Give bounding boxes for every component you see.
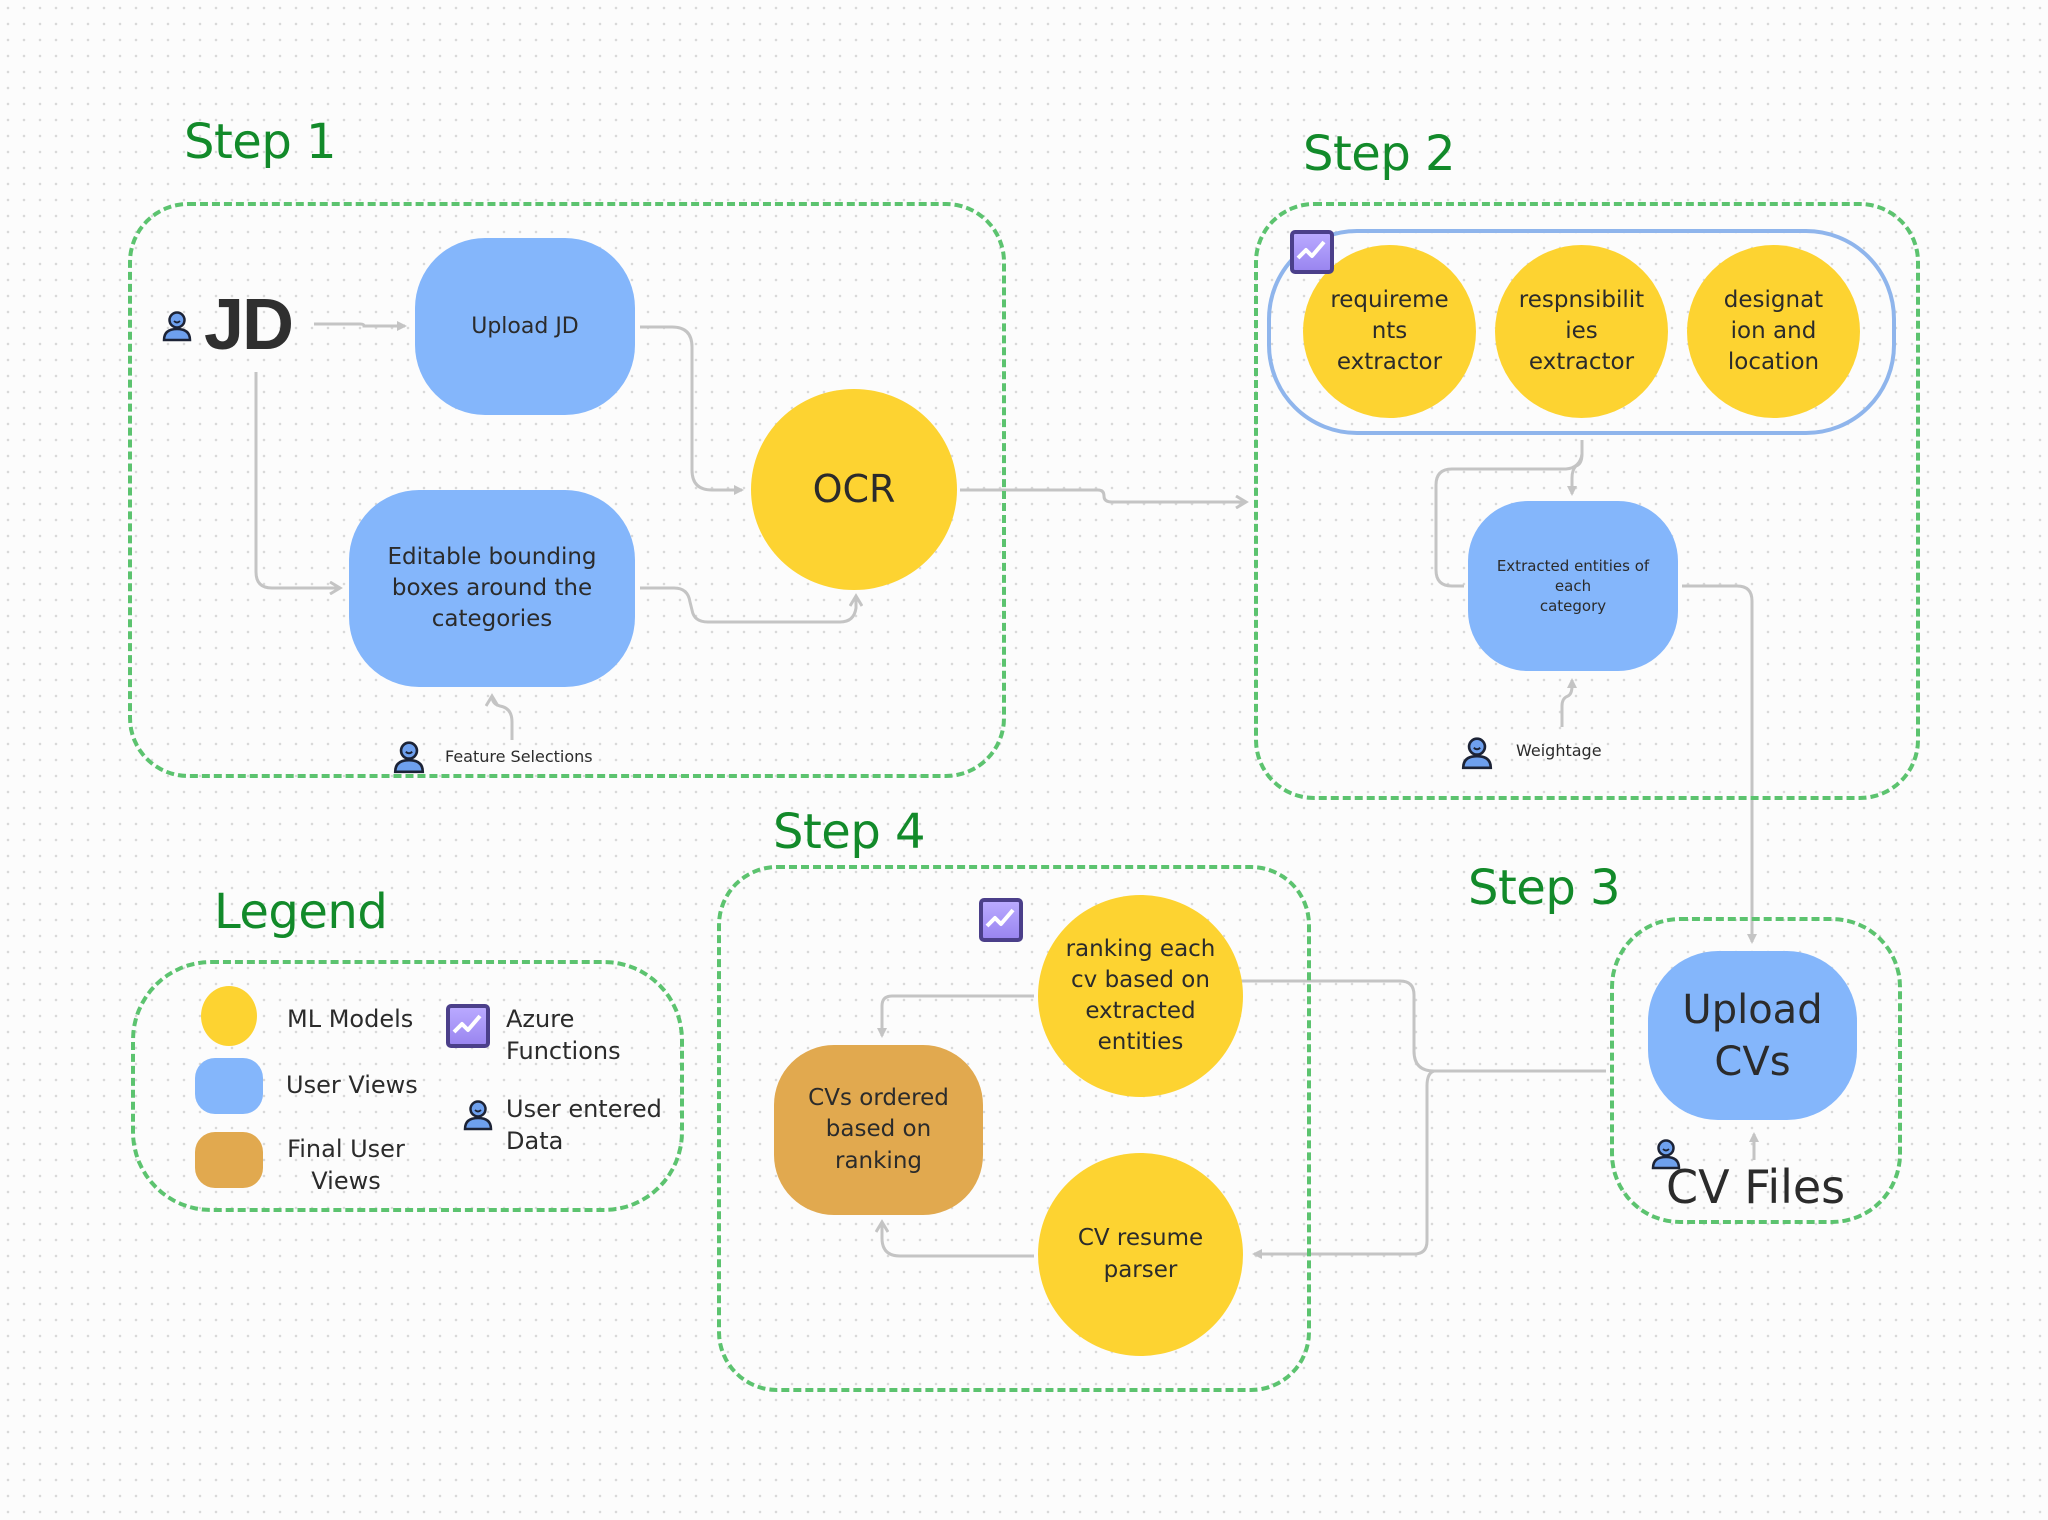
legend-azure-functions: Azure Functions [506,1005,621,1066]
final-user-view-swatch [195,1132,263,1188]
cv-resume-parser-node[interactable]: CV resume parser [1038,1153,1243,1356]
person-icon [162,311,192,342]
step3-label: Step 3 [1468,860,1621,916]
step1-label: Step 1 [184,114,337,170]
cvs-ordered-node[interactable]: CVs ordered based on ranking [774,1045,983,1215]
legend-label: Legend [214,884,388,940]
feature-selections-label: Feature Selections [445,747,593,766]
extracted-entities-node[interactable]: Extracted entities of each category [1468,501,1678,671]
azure-function-icon [1290,230,1334,274]
responsibilities-extractor-node[interactable]: respnsibilit ies extractor [1495,245,1668,418]
legend-user-views: User Views [286,1071,418,1099]
ml-model-swatch [201,986,257,1046]
person-icon [393,741,425,774]
step2-label: Step 2 [1303,126,1456,182]
cv-files-label: CV Files [1666,1160,1846,1214]
weightage-label: Weightage [1516,741,1602,760]
azure-function-icon [446,1004,490,1048]
upload-cvs-node[interactable]: Upload CVs [1648,951,1857,1120]
step4-label: Step 4 [773,804,926,860]
jd-label: JD [204,285,294,365]
legend-final-user-views: Final User Views [287,1135,405,1196]
editable-bounding-boxes-node[interactable]: Editable bounding boxes around the categ… [349,490,635,687]
ranking-node[interactable]: ranking each cv based on extracted entit… [1038,895,1243,1097]
person-icon [463,1100,493,1131]
upload-jd-node[interactable]: Upload JD [415,238,635,415]
user-view-swatch [195,1058,263,1114]
designation-location-node[interactable]: designat ion and location [1687,245,1860,418]
legend-ml-models: ML Models [287,1005,414,1033]
legend-user-entered-data: User entered Data [506,1095,662,1156]
person-icon [1461,737,1493,770]
azure-function-icon [979,898,1023,942]
ocr-node[interactable]: OCR [751,389,957,590]
